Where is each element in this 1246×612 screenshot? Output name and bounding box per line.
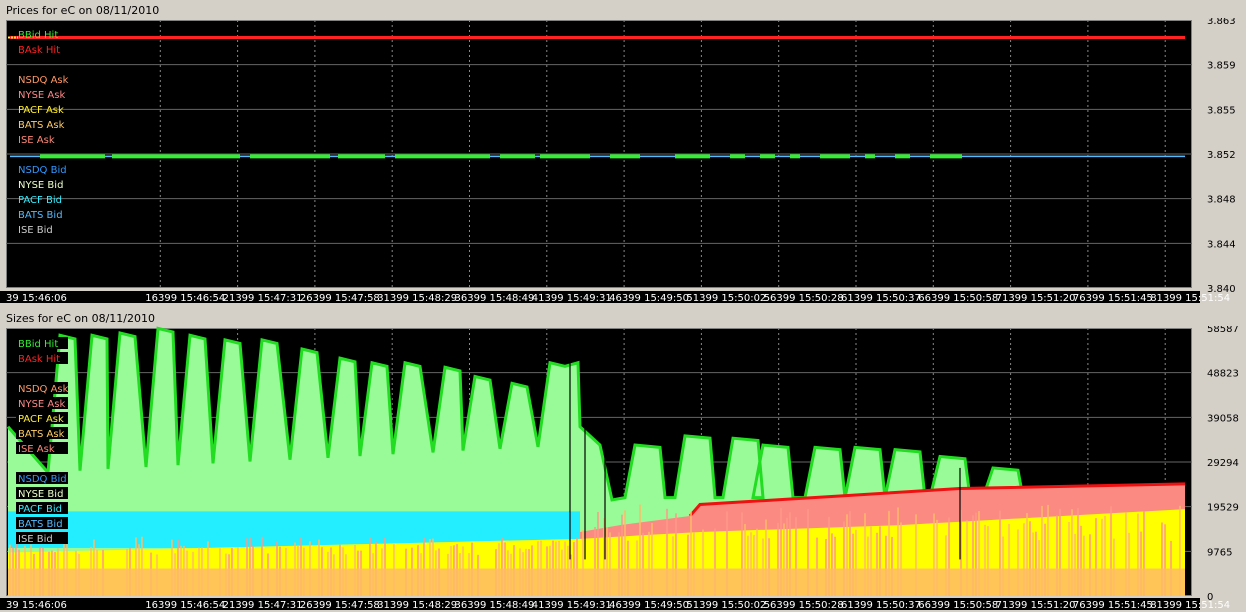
x-tick-label: 71399 15:51:20 xyxy=(996,293,1076,304)
legend-entry: BBid Hit xyxy=(18,30,58,41)
size-y-tick: 39058 xyxy=(1207,413,1239,424)
x-tick-label: 66399 15:50:58 xyxy=(918,600,998,611)
x-tick-label: 71399 15:51:20 xyxy=(996,600,1076,611)
legend-entry: NYSE Ask xyxy=(18,90,65,101)
legend-entry: NSDQ Bid xyxy=(18,165,67,176)
x-tick-label: 41399 15:49:31 xyxy=(532,293,612,304)
legend-entry: ISE Bid xyxy=(18,225,53,236)
size-y-tick: 58587 xyxy=(1207,326,1239,335)
sizes-chart-title: Sizes for eC on 08/11/2010 xyxy=(6,312,155,325)
x-tick-label: 56399 15:50:28 xyxy=(764,600,844,611)
legend-entry: PACF Ask xyxy=(18,414,64,425)
legend-entry: BBid Hit xyxy=(18,339,58,350)
legend-entry: PACF Bid xyxy=(18,504,62,515)
x-tick-label: 31399 15:48:29 xyxy=(377,600,457,611)
x-tick-label: 51399 15:50:02 xyxy=(686,293,766,304)
bats-ask-base xyxy=(8,568,1185,596)
x-tick-label: 16399 15:46:54 xyxy=(145,600,225,611)
x-tick-label: 56399 15:50:28 xyxy=(764,293,844,304)
legend-entry: ISE Bid xyxy=(18,534,53,545)
legend-entry: NYSE Bid xyxy=(18,180,63,191)
size-y-tick: 29294 xyxy=(1207,458,1239,469)
legend-entry: NSDQ Bid xyxy=(18,474,67,485)
x-tick-label: 81399 15:51:54 xyxy=(1150,293,1230,304)
x-tick-label: 26399 15:47:58 xyxy=(300,293,380,304)
x-tick-label: 46399 15:49:50 xyxy=(609,600,689,611)
price-y-tick: 3.855 xyxy=(1207,105,1236,116)
x-tick-label: 51399 15:50:02 xyxy=(686,600,766,611)
legend-entry: ISE Ask xyxy=(18,444,55,455)
size-y-tick: 9765 xyxy=(1207,547,1232,558)
legend-entry: NSDQ Ask xyxy=(18,384,69,395)
legend-entry: BATS Ask xyxy=(18,429,65,440)
x-tick-label: 31399 15:48:29 xyxy=(377,293,457,304)
price-y-tick: 3.844 xyxy=(1207,239,1236,250)
sizes-chart: 585874882339058292941952997650BBid HitBA… xyxy=(0,326,1239,611)
legend-entry: BATS Bid xyxy=(18,210,63,221)
legend-entry: BATS Bid xyxy=(18,519,63,530)
x-tick-label: 36399 15:48:49 xyxy=(455,600,535,611)
x-tick-label: 76399 15:51:45 xyxy=(1073,293,1153,304)
x-tick-label: 41399 15:49:31 xyxy=(532,600,612,611)
x-tick-label: 26399 15:47:58 xyxy=(300,600,380,611)
legend-entry: NYSE Ask xyxy=(18,399,65,410)
x-tick-label: 61399 15:50:37 xyxy=(841,600,921,611)
legend-entry: NYSE Bid xyxy=(18,489,63,500)
size-y-tick: 48823 xyxy=(1207,369,1239,380)
x-tick-label: 39 15:46:06 xyxy=(6,293,67,304)
x-tick-label: 16399 15:46:54 xyxy=(145,293,225,304)
x-tick-label: 36399 15:48:49 xyxy=(455,293,535,304)
x-tick-label: 21399 15:47:31 xyxy=(223,293,303,304)
prices-chart-title: Prices for eC on 08/11/2010 xyxy=(6,4,160,17)
x-tick-label: 46399 15:49:50 xyxy=(609,293,689,304)
legend-entry: BATS Ask xyxy=(18,120,65,131)
size-y-tick: 19529 xyxy=(1207,503,1239,514)
price-y-tick: 3.859 xyxy=(1207,61,1236,72)
legend-entry: PACF Ask xyxy=(18,105,64,116)
price-y-tick: 3.863 xyxy=(1207,18,1236,27)
legend-entry: BAsk Hit xyxy=(18,45,60,56)
legend-entry: PACF Bid xyxy=(18,195,62,206)
x-tick-label: 39 15:46:06 xyxy=(6,600,67,611)
legend-entry: ISE Ask xyxy=(18,135,55,146)
x-tick-label: 76399 15:51:45 xyxy=(1073,600,1153,611)
legend-entry: NSDQ Ask xyxy=(18,75,69,86)
prices-chart: 3.8633.8593.8553.8523.8483.8443.840BBid … xyxy=(0,18,1236,304)
x-tick-label: 21399 15:47:31 xyxy=(223,600,303,611)
x-tick-label: 66399 15:50:58 xyxy=(918,293,998,304)
price-y-tick: 3.848 xyxy=(1207,195,1236,206)
x-tick-label: 61399 15:50:37 xyxy=(841,293,921,304)
x-tick-label: 81399 15:51:54 xyxy=(1150,600,1230,611)
legend-entry: BAsk Hit xyxy=(18,354,60,365)
price-y-tick: 3.852 xyxy=(1207,150,1236,161)
